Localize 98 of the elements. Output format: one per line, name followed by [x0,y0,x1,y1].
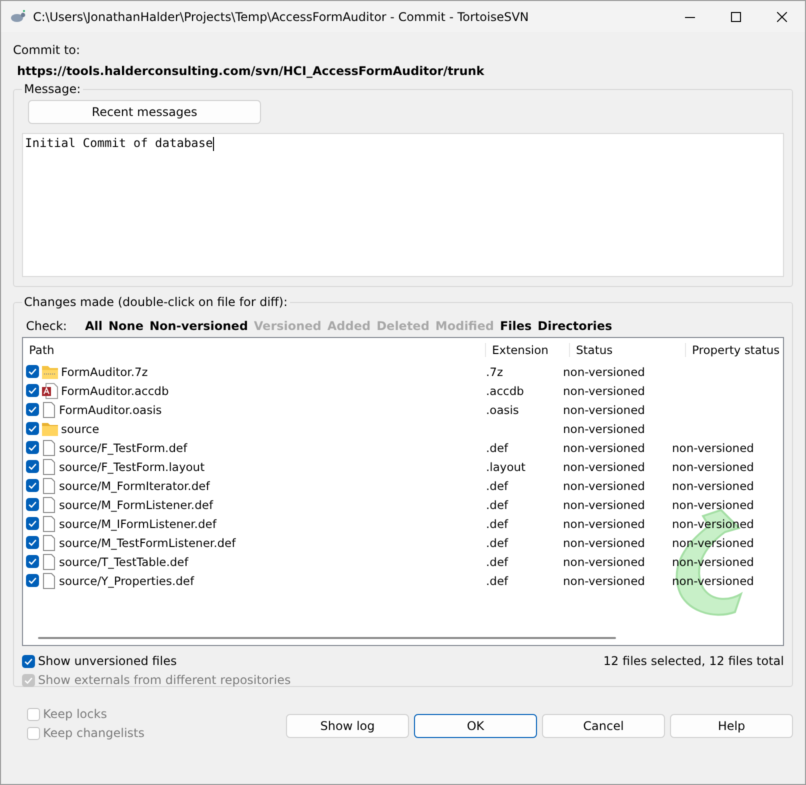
checkbox[interactable] [26,517,39,530]
file-path: source [61,422,100,436]
checkbox[interactable] [26,441,39,454]
file-status: non-versioned [563,460,645,474]
file-extension: .oasis [486,402,519,416]
filter-link[interactable]: All [84,319,102,333]
property-status: non-versioned [672,536,754,550]
file-extension: .def [486,554,508,568]
file-extension: .def [486,440,508,454]
column-header[interactable]: Property status [685,343,783,357]
file-status: non-versioned [563,384,645,398]
file-status: non-versioned [563,498,645,512]
file-icon [42,554,56,570]
property-status: non-versioned [672,554,754,568]
checkbox[interactable] [22,654,35,668]
checkbox[interactable] [26,555,39,568]
message-label: Message: [23,82,82,96]
close-icon [777,12,787,22]
file-icon [42,572,56,588]
column-header[interactable]: Path [23,343,485,357]
dialog-button[interactable]: Show log [286,714,409,738]
filter-link[interactable]: Directories [538,319,612,333]
file-extension: .7z [486,364,504,378]
access-database-icon [42,382,58,398]
checkbox[interactable] [26,536,39,549]
changes-label: Changes made (double-click on file for diff): [23,295,289,309]
file-status: non-versioned [563,574,645,588]
checkbox[interactable] [26,365,39,378]
column-header[interactable]: Status [569,343,685,357]
message-field[interactable]: Initial Commit of database [22,133,784,277]
scrollbar-thumb[interactable] [38,637,616,639]
checkbox[interactable] [26,498,39,511]
filter-link[interactable]: Non-versioned [149,319,248,333]
recent-messages-button[interactable]: Recent messages [28,100,261,124]
filter-link[interactable]: Files [500,319,532,333]
dialog-button[interactable]: OK [414,714,537,738]
option-label: Show externals from different repositories [38,673,291,687]
checkbox[interactable] [26,422,39,435]
file-extension: .def [486,498,508,512]
file-path: source/T_TestTable.def [59,554,188,568]
file-status: non-versioned [563,440,645,454]
property-status: non-versioned [672,574,754,588]
file-path: source/F_TestForm.layout [59,460,205,474]
property-status: non-versioned [672,440,754,454]
file-status: non-versioned [563,516,645,530]
file-path: source/M_FormIterator.def [59,478,210,492]
option-label: Keep locks [43,707,107,721]
file-icon [42,402,56,418]
checkbox[interactable] [26,403,39,416]
turtle-icon [10,8,26,24]
file-icon [42,478,56,494]
commit-to-label: Commit to: [13,43,82,57]
file-path: source/F_TestForm.def [59,440,188,454]
checkbox[interactable] [26,479,39,492]
option-label: Show unversioned files [38,654,177,668]
file-path: source/Y_Properties.def [59,574,194,588]
filter-link[interactable]: None [108,319,144,333]
file-status: non-versioned [563,422,645,436]
folder-icon [42,422,58,436]
archive-folder-icon [42,364,58,378]
checkbox[interactable] [26,384,39,397]
property-status: non-versioned [672,516,754,530]
file-path: source/M_FormListener.def [59,498,213,512]
property-status: non-versioned [672,478,754,492]
dialog-button[interactable]: Cancel [542,714,665,738]
window-title: C:\Users\JonathanHalder\Projects\Temp\AccessFormAuditor - Commit - TortoiseSVN [33,10,530,24]
file-path: FormAuditor.oasis [59,402,162,416]
file-icon [42,440,56,456]
file-status: non-versioned [563,402,645,416]
option-label: Keep changelists [43,726,145,740]
checkbox[interactable] [26,460,39,473]
file-icon [42,516,56,532]
file-extension: .def [486,516,508,530]
maximize-icon [731,12,741,22]
file-status: non-versioned [563,478,645,492]
file-status: non-versioned [563,536,645,550]
file-status: non-versioned [563,554,645,568]
file-path: source/M_IFormListener.def [59,516,216,530]
file-icon [42,534,56,550]
file-extension: .def [486,574,508,588]
file-icon [42,496,56,512]
file-path: source/M_TestFormListener.def [59,536,236,550]
dialog-button[interactable]: Help [670,714,793,738]
file-path: FormAuditor.accdb [61,384,169,398]
file-extension: .def [486,536,508,550]
selection-summary: 12 files selected, 12 files total [603,654,784,668]
file-path: FormAuditor.7z [61,364,148,378]
file-extension: .def [486,478,508,492]
file-status: non-versioned [563,364,645,378]
property-status: non-versioned [672,498,754,512]
file-extension: .layout [486,460,526,474]
file-extension: .accdb [486,384,524,398]
checkbox[interactable] [26,574,39,587]
repository-url: https://tools.halderconsulting.com/svn/HCI_AccessFormAuditor/trunk [17,64,486,78]
column-header[interactable]: Extension [485,343,569,357]
file-icon [42,458,56,474]
property-status: non-versioned [672,460,754,474]
check-label: Check: [26,319,67,333]
